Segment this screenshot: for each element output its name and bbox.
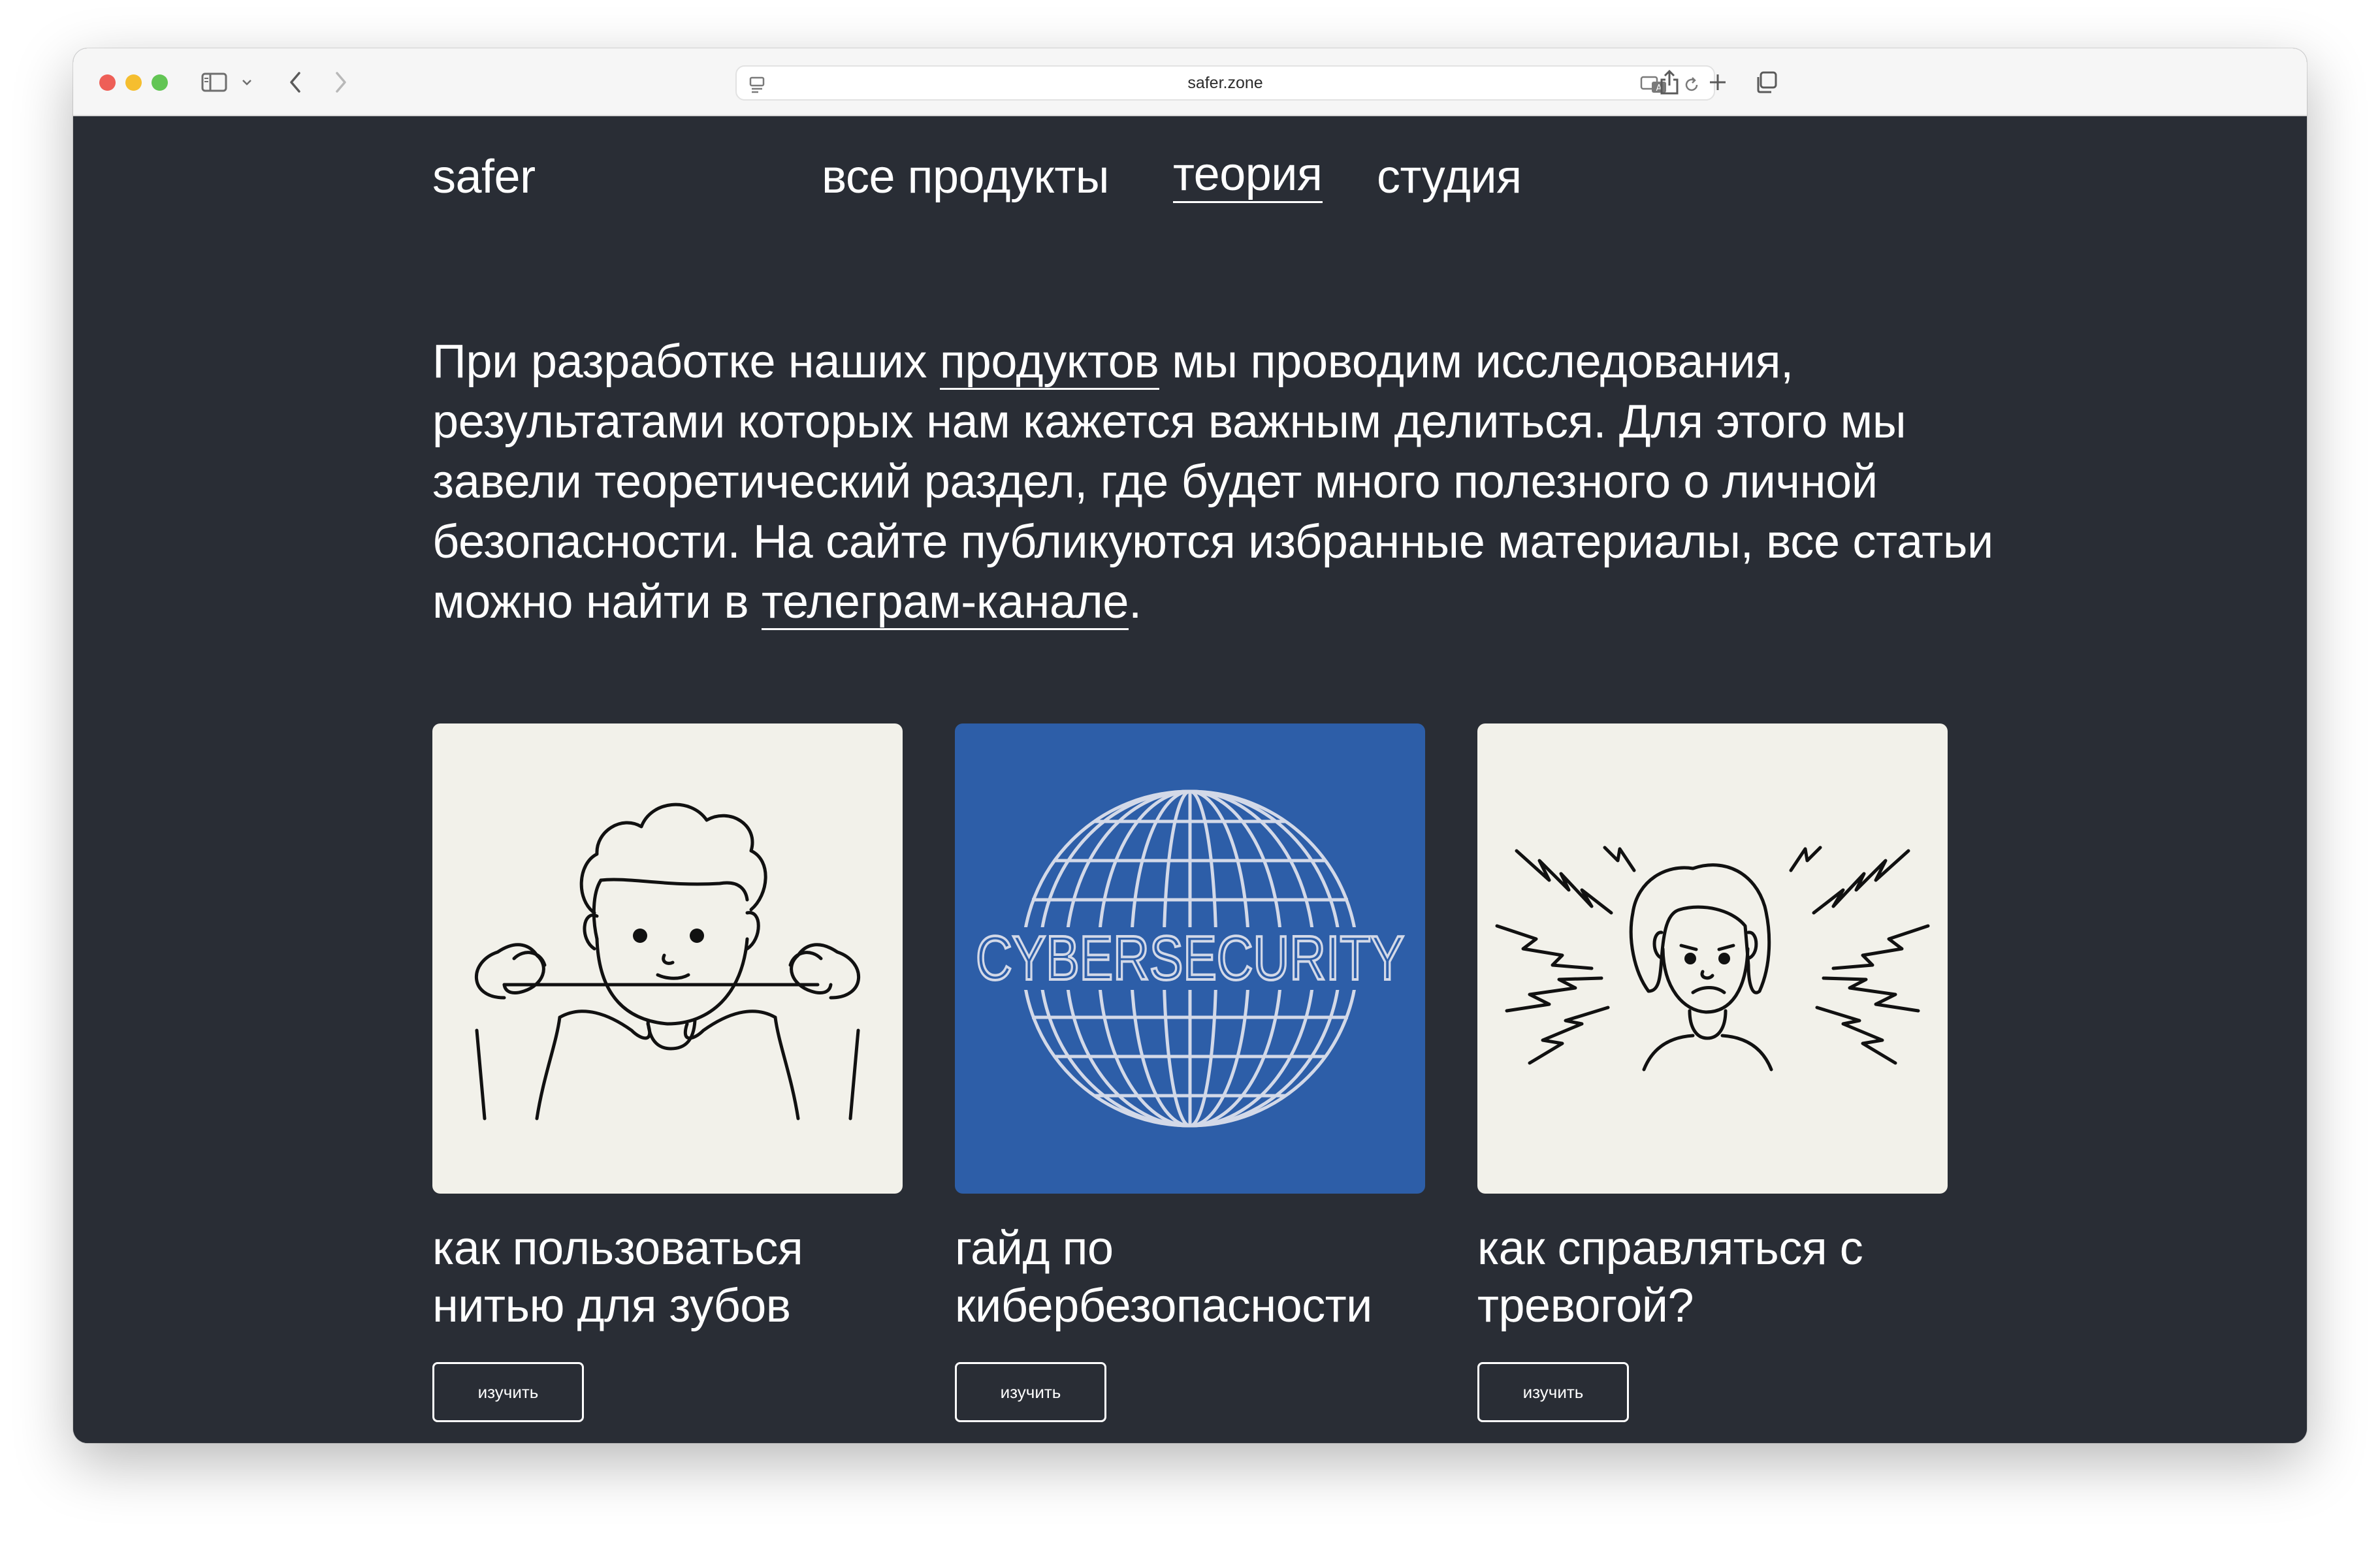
telegram-channel-link[interactable]: телеграм-канале	[761, 576, 1129, 630]
learn-button-cybersecurity[interactable]: изучить	[955, 1362, 1106, 1422]
nav-theory[interactable]: теория	[1173, 150, 1323, 203]
floss-illustration[interactable]	[432, 723, 903, 1194]
nav-all-products[interactable]: все продукты	[822, 150, 1110, 204]
tab-overview-icon[interactable]	[1750, 67, 1782, 98]
address-bar[interactable]: safer.zone A	[735, 65, 1715, 101]
page-content: safer все продукты теория студия При раз…	[73, 116, 2307, 1443]
learn-button-floss[interactable]: изучить	[432, 1362, 584, 1422]
chevron-down-icon[interactable]	[238, 67, 256, 98]
cybersecurity-image-text: CYBERSECURITY	[976, 923, 1404, 993]
article-title-anxiety[interactable]: как справляться с тревогой?	[1477, 1220, 1961, 1335]
url-text: safer.zone	[1187, 73, 1263, 92]
article-title-cybersecurity[interactable]: гайд по кибербезопасности	[955, 1220, 1438, 1335]
intro-text-part1: При разработке наших	[432, 336, 940, 388]
new-tab-icon[interactable]	[1702, 67, 1733, 98]
article-title-floss[interactable]: как пользоваться нитью для зубов	[432, 1220, 916, 1335]
minimize-window-button[interactable]	[125, 74, 142, 91]
nav-studio[interactable]: студия	[1377, 150, 1522, 204]
browser-toolbar: safer.zone A	[73, 48, 2307, 116]
anxious-person-illustration[interactable]	[1477, 723, 1948, 1194]
cybersecurity-globe-illustration[interactable]: CYBERSECURITY	[955, 723, 1425, 1194]
site-logo[interactable]: safer	[432, 150, 536, 204]
browser-window: safer.zone A safer все продукты теория с…	[73, 48, 2307, 1443]
products-link[interactable]: продуктов	[939, 336, 1159, 390]
close-window-button[interactable]	[99, 74, 116, 91]
back-icon[interactable]	[280, 67, 311, 98]
intro-text: При разработке наших продуктов мы провод…	[432, 332, 2026, 632]
learn-button-anxiety[interactable]: изучить	[1477, 1362, 1629, 1422]
share-icon[interactable]	[1654, 67, 1685, 98]
sidebar-toggle-icon[interactable]	[199, 67, 230, 98]
intro-text-part3: .	[1129, 576, 1142, 628]
article-card-floss: как пользоваться нитью для зубов изучить	[432, 723, 903, 1422]
forward-icon[interactable]	[325, 67, 357, 98]
article-card-cybersecurity: CYBERSECURITY гайд по кибербезопасности …	[955, 723, 1425, 1422]
article-card-anxiety: как справляться с тревогой? изучить	[1477, 723, 1948, 1422]
maximize-window-button[interactable]	[152, 74, 168, 91]
